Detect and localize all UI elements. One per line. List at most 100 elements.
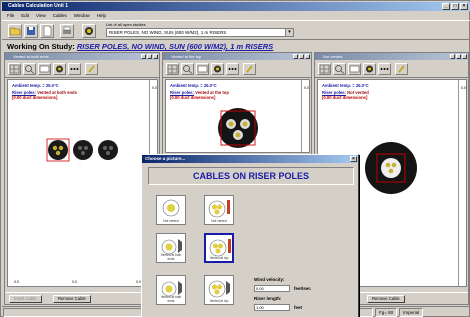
dialog-banner: CABLES ON RISER POLES [148, 167, 354, 185]
cable-icon [214, 65, 221, 73]
cable-bundle [218, 108, 258, 148]
pane-toolbar [163, 60, 311, 78]
ellipsis-icon [70, 68, 79, 70]
maximize-button[interactable]: □ [451, 3, 459, 10]
trefoil-cable-picture-icon [208, 280, 230, 298]
menu-window[interactable]: Window [74, 12, 90, 19]
pane-minimize-button[interactable] [450, 54, 455, 59]
y-axis: 0.0 [301, 80, 309, 152]
wind-velocity-unit: feet/sec [294, 286, 311, 291]
remove-cable-button[interactable]: Remove Cable [53, 295, 91, 303]
chevron-down-icon[interactable]: ▾ [285, 29, 293, 36]
study-pane-vented-both: Vented at both ends Ambient temp. = 25.0… [4, 52, 160, 305]
grid-icon [9, 64, 20, 74]
zoom-tool-button[interactable] [181, 63, 194, 75]
menu-file[interactable]: File [7, 12, 14, 19]
grid-tool-button[interactable] [166, 63, 179, 75]
menu-help[interactable]: Help [97, 12, 106, 19]
pane-title: Vented at both ends [13, 54, 49, 59]
remove-cable-button[interactable]: Remove Cable [367, 295, 405, 303]
more-options-button[interactable] [226, 63, 239, 75]
pin-tool-button[interactable] [243, 63, 256, 75]
menu-edit[interactable]: Edit [21, 12, 29, 19]
y-tick: 0.0 [152, 86, 157, 90]
choose-picture-dialog: Choose a picture... × CABLES ON RISER PO… [141, 154, 359, 317]
dialog-close-button[interactable]: × [350, 156, 357, 162]
more-options-button[interactable] [68, 63, 81, 75]
menu-cables[interactable]: Cables [53, 12, 67, 19]
pin-icon [88, 65, 95, 73]
more-options-button[interactable] [378, 63, 391, 75]
folder-icon [9, 27, 21, 36]
open-study-button[interactable] [8, 24, 22, 38]
wind-velocity-input[interactable]: 0.00 [254, 285, 290, 292]
pane-window-controls [450, 54, 467, 59]
pin-tool-button[interactable] [85, 63, 98, 75]
riser-description: Riser poles: Vented at both ends [0.00 d… [12, 90, 77, 100]
pane-title: Not vented [323, 54, 343, 59]
picture-option-vented-both-1[interactable]: Vented at both ends [156, 233, 186, 263]
cable-2 [73, 140, 93, 160]
zoom-tool-button[interactable] [333, 63, 346, 75]
pane-maximize-button[interactable] [299, 54, 304, 59]
ambient-temperature: Ambient temp. = 25.0°C [12, 83, 59, 88]
riser-length-input[interactable]: 1.00 [254, 304, 290, 311]
y-tick: 0.0 [304, 86, 309, 90]
option-caption: Vented at top [209, 299, 229, 303]
status-units: Imperial [399, 308, 424, 317]
pane-title: Vented at the top [171, 54, 202, 59]
pin-icon [398, 65, 405, 73]
pane-close-button[interactable] [153, 54, 158, 59]
cable-config-button[interactable] [363, 63, 376, 75]
menu-bar: File Edit View Cables Window Help [2, 12, 470, 19]
table-tool-button[interactable] [38, 63, 51, 75]
studies-dropdown[interactable]: RISER POLES, NO WIND, SUN (600 W/M2), 1 … [106, 28, 294, 37]
working-study-value[interactable]: RISER POLES, NO WIND, SUN (600 W/M2), 1 … [77, 42, 273, 51]
pin-icon [246, 65, 253, 73]
table-tool-button[interactable] [348, 63, 361, 75]
grid-icon [319, 64, 330, 74]
close-button[interactable]: × [460, 3, 468, 10]
picture-option-vented-both-2[interactable]: Vented at both ends [156, 275, 186, 305]
save-study-button[interactable] [24, 24, 38, 38]
pane-maximize-button[interactable] [456, 54, 461, 59]
picture-option-vented-top-selected[interactable]: Vented at top [204, 233, 234, 263]
menu-view[interactable]: View [36, 12, 46, 19]
window-controls: _ □ × [442, 3, 468, 10]
cable-icon [85, 27, 93, 35]
pane-close-button[interactable] [462, 54, 467, 59]
ellipsis-icon [380, 68, 389, 70]
ambient-temperature: Ambient temp. = 25.0°C [170, 83, 217, 88]
insert-cable-button[interactable]: Insert Cable [9, 295, 42, 303]
pane-title-bar: Vented at the top [163, 53, 311, 60]
picture-option-not-vented-2[interactable]: Not vented [204, 195, 234, 225]
dialog-title: Choose a picture... [145, 156, 186, 161]
option-caption: Vented at both ends [160, 253, 182, 261]
option-caption: Vented at both ends [160, 295, 182, 303]
cable-plot-area[interactable]: Ambient temp. = 25.0°C Riser poles: Vent… [165, 79, 310, 153]
pin-tool-button[interactable] [395, 63, 408, 75]
grid-icon [167, 64, 178, 74]
pane-minimize-button[interactable] [293, 54, 298, 59]
duct-dimensions: [0.00 duct dimensions] [322, 95, 368, 100]
cable-tool-button[interactable] [82, 24, 96, 38]
cable-plot-area[interactable]: Ambient temp. = 25.0°C Riser poles: Vent… [7, 79, 158, 287]
grid-tool-button[interactable] [318, 63, 331, 75]
zoom-tool-button[interactable] [23, 63, 36, 75]
application-window: Cables Calculation Unit 1 _ □ × File Edi… [0, 0, 470, 317]
cable-config-button[interactable] [211, 63, 224, 75]
cable-config-button[interactable] [53, 63, 66, 75]
pane-minimize-button[interactable] [141, 54, 146, 59]
print-button[interactable] [60, 24, 74, 38]
picture-option-vented-top-2[interactable]: Vented at top [204, 275, 234, 305]
grid-tool-button[interactable] [8, 63, 21, 75]
pane-maximize-button[interactable] [147, 54, 152, 59]
pane-close-button[interactable] [305, 54, 310, 59]
cable-drawing [218, 108, 258, 148]
printer-icon [63, 26, 71, 34]
minimize-button[interactable]: _ [442, 3, 450, 10]
table-tool-button[interactable] [196, 63, 209, 75]
picture-option-not-vented-1[interactable]: Not vented [156, 195, 186, 225]
new-study-button[interactable] [40, 24, 54, 38]
y-axis: 0.0 [458, 80, 466, 286]
